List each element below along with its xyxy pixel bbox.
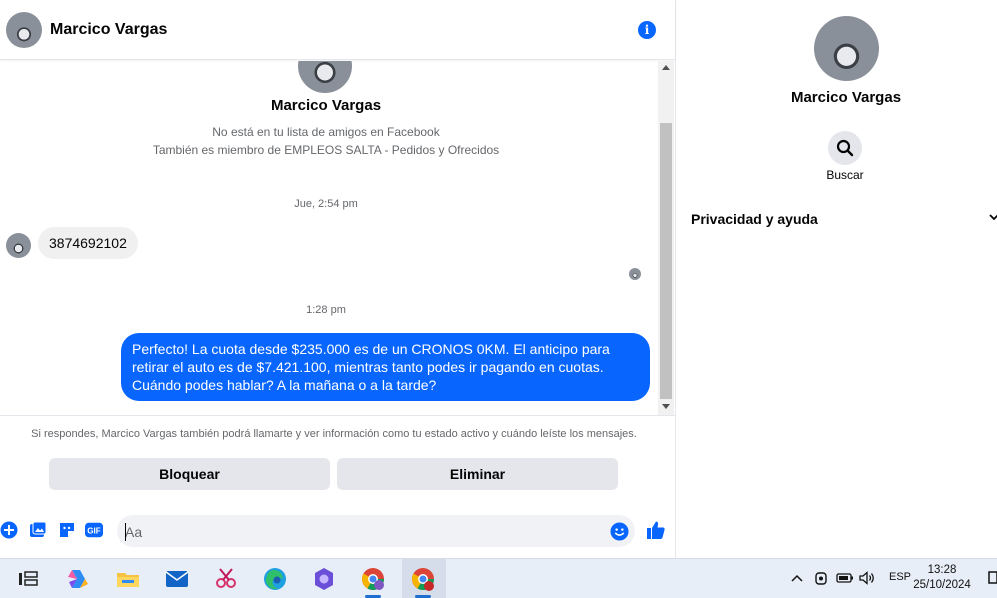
- composer: GIF: [0, 514, 675, 548]
- notifications-icon[interactable]: [988, 571, 997, 585]
- contact-info-panel: Marcico Vargas Buscar Privacidad y ayuda: [676, 0, 997, 558]
- info-icon[interactable]: i: [638, 21, 656, 39]
- svg-text:GIF: GIF: [87, 527, 101, 536]
- search-icon: [836, 139, 854, 157]
- panel-contact-name: Marcico Vargas: [790, 89, 902, 106]
- volume-icon[interactable]: [859, 571, 876, 585]
- contact-notice: Si respondes, Marcico Vargas también pod…: [31, 428, 637, 440]
- block-button[interactable]: Bloquear: [49, 458, 330, 490]
- message-request-area: Si respondes, Marcico Vargas también pod…: [0, 415, 675, 490]
- task-view-icon[interactable]: [14, 565, 42, 593]
- emoji-icon[interactable]: [610, 522, 629, 541]
- intro-friend-status: No está en tu lista de amigos en Faceboo…: [212, 125, 440, 139]
- like-thumb-icon[interactable]: [646, 520, 666, 540]
- chat-header: Marcico Vargas i: [0, 0, 675, 60]
- sticker-icon[interactable]: [58, 521, 76, 539]
- message-input-box[interactable]: [117, 515, 635, 547]
- timestamp: Jue, 2:54 pm: [294, 198, 358, 210]
- copilot-icon[interactable]: [64, 565, 92, 593]
- search-button[interactable]: [828, 131, 862, 165]
- edge-icon[interactable]: [261, 565, 289, 593]
- show-hidden-icons-chevron-icon[interactable]: [791, 573, 803, 583]
- battery-icon[interactable]: [836, 572, 854, 584]
- scrollbar[interactable]: [658, 61, 674, 415]
- timestamp: 1:28 pm: [306, 304, 346, 316]
- message-input[interactable]: [125, 521, 595, 543]
- search-label: Buscar: [826, 168, 864, 182]
- camera-privacy-icon[interactable]: [814, 570, 828, 586]
- chrome-profile-icon[interactable]: [359, 565, 387, 593]
- intro-name: Marcico Vargas: [270, 97, 382, 114]
- intro-avatar[interactable]: [298, 61, 352, 93]
- photo-icon[interactable]: [29, 521, 47, 539]
- clock-time: 13:28: [927, 564, 957, 576]
- system-clock[interactable]: 13:28 25/10/2024: [904, 563, 980, 593]
- contact-name[interactable]: Marcico Vargas: [50, 21, 167, 39]
- chrome-icon[interactable]: [409, 565, 437, 593]
- incoming-message[interactable]: 3874692102: [38, 227, 138, 259]
- file-explorer-icon[interactable]: [114, 565, 142, 593]
- outgoing-message[interactable]: Perfecto! La cuota desde $235.000 es de …: [121, 333, 650, 401]
- seen-indicator-avatar: [629, 268, 641, 280]
- panel-avatar[interactable]: [814, 16, 879, 81]
- chat-column: Marcico Vargas i Marcico Vargas No está …: [0, 0, 676, 558]
- sender-avatar[interactable]: [6, 233, 31, 258]
- message-list: Marcico Vargas No está en tu lista de am…: [0, 61, 658, 415]
- scroll-down-arrow-icon[interactable]: [662, 404, 670, 409]
- screen: Marcico Vargas i Marcico Vargas No está …: [0, 0, 997, 598]
- text-cursor: [125, 523, 126, 541]
- windows-taskbar: ESP 13:28 25/10/2024: [0, 558, 997, 598]
- privacy-help-section[interactable]: Privacidad y ayuda: [691, 211, 818, 227]
- scroll-up-arrow-icon[interactable]: [662, 65, 670, 70]
- mail-icon[interactable]: [163, 565, 191, 593]
- chevron-down-icon[interactable]: [989, 213, 997, 221]
- gif-icon[interactable]: GIF: [85, 521, 103, 539]
- intro-group-info: También es miembro de EMPLEOS SALTA - Pe…: [152, 143, 500, 157]
- snipping-tool-icon[interactable]: [212, 565, 240, 593]
- teams-icon[interactable]: [310, 565, 338, 593]
- scrollbar-thumb[interactable]: [660, 123, 672, 399]
- clock-date: 25/10/2024: [913, 579, 971, 591]
- contact-avatar[interactable]: [6, 12, 42, 48]
- delete-button[interactable]: Eliminar: [337, 458, 618, 490]
- plus-circle-icon[interactable]: [0, 521, 18, 539]
